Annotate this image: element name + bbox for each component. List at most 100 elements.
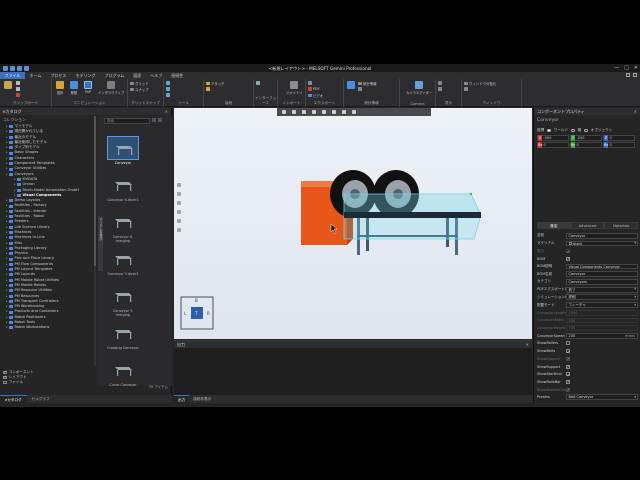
stats-item-2[interactable] — [358, 87, 362, 91]
display-option-1[interactable] — [438, 81, 442, 85]
view-mode-icon[interactable] — [152, 118, 156, 122]
close-icon[interactable]: ✕ — [526, 342, 529, 347]
property-dropdown[interactable]: フィーチャ — [566, 302, 638, 308]
menu-connectivity[interactable]: 接続性 — [167, 72, 188, 79]
maximize-button[interactable]: □ — [624, 65, 629, 71]
minimize-button[interactable]: — — [614, 65, 619, 71]
menu-program[interactable]: プログラム — [100, 72, 129, 79]
tree-node[interactable]: ▸ Robot Workstations — [0, 325, 96, 330]
checkbox-icon[interactable] — [3, 375, 7, 380]
export-geometry-button[interactable] — [308, 81, 312, 85]
menu-drawing[interactable]: 図面 — [129, 72, 146, 79]
align-tool[interactable] — [166, 87, 170, 91]
vertical-tab[interactable]: アイテムを表示 — [98, 216, 103, 271]
coordinate-field[interactable]: X -500 — [537, 135, 569, 141]
coord-object-radio[interactable] — [584, 128, 588, 133]
menu-file[interactable]: ファイル — [0, 72, 25, 79]
property-checkbox[interactable] — [566, 372, 570, 377]
attach-button[interactable]: アタッチ — [206, 81, 225, 86]
property-input[interactable]: Visual Components Conveyor — [566, 263, 638, 270]
view-cube[interactable]: B L T R — [179, 293, 215, 333]
coordinate-field[interactable]: Rz 0 — [603, 142, 635, 148]
coordinate-field[interactable]: Rx 0 — [537, 142, 569, 148]
property-checkbox[interactable] — [566, 356, 570, 361]
close-button[interactable]: ✕ — [634, 65, 638, 71]
sort-icon[interactable] — [158, 118, 162, 122]
coordinate-field[interactable]: Ry 0 — [570, 142, 602, 148]
export-pdf-button[interactable]: PDF — [308, 87, 320, 91]
property-input[interactable]: 700 — [566, 325, 638, 331]
menu-home[interactable]: ホーム — [25, 72, 46, 79]
catalog-item[interactable]: Conveyor Y-diver1 — [107, 247, 139, 283]
tab-connections[interactable]: 接続非表示 — [189, 395, 215, 403]
property-dropdown[interactable]: 低フ — [566, 286, 638, 293]
tab-advanced[interactable]: Advanced — [570, 222, 605, 229]
checkbox-icon[interactable] — [3, 380, 7, 385]
property-checkbox[interactable] — [566, 341, 570, 346]
coordinate-field[interactable]: Z0 — [603, 135, 635, 141]
property-input[interactable]: 200 mm/s — [566, 332, 638, 339]
close-icon[interactable]: ✕ — [634, 109, 637, 114]
catalog-item[interactable]: Crossing Conveyor — [107, 321, 139, 357]
camera-editor-button[interactable]: カメラエディター — [406, 81, 432, 95]
checkbox-icon[interactable] — [3, 370, 7, 375]
property-input[interactable]: Conveyor — [566, 232, 638, 239]
coordinate-field[interactable]: Y -200 — [570, 135, 602, 141]
interface-lines-button[interactable] — [256, 81, 260, 85]
move-button[interactable]: 移動 — [70, 81, 78, 95]
layout-icon[interactable] — [626, 73, 630, 77]
measure-tool[interactable] — [166, 81, 170, 85]
tree-scrollbar[interactable] — [94, 116, 96, 366]
conveyor-selected[interactable] — [343, 192, 482, 240]
catalog-item[interactable]: Conveyor X-diver1 — [107, 173, 139, 209]
interactive-button[interactable]: インタラクティブ — [98, 81, 124, 95]
property-input[interactable]: 500 — [566, 317, 638, 324]
3d-viewport[interactable]: B L T R — [174, 108, 532, 339]
close-icon[interactable]: ✕ — [165, 109, 168, 114]
property-dropdown[interactable]: black — [566, 240, 638, 247]
property-checkbox[interactable] — [566, 387, 570, 392]
snap-toggle[interactable]: スナップ — [130, 87, 149, 92]
grid-toggle[interactable]: グリッド — [130, 81, 149, 86]
coord-parent-radio[interactable] — [571, 128, 575, 133]
property-input[interactable]: Conveyor — [566, 271, 638, 278]
snap-tool[interactable] — [166, 93, 170, 97]
catalog-item[interactable]: Conveyor — [107, 136, 139, 172]
filter-checkbox[interactable]: ファイル — [3, 380, 93, 385]
property-dropdown[interactable]: Belt Conveyor — [566, 394, 638, 401]
catalog-item[interactable]: Conveyor X-merging — [107, 210, 139, 246]
window-restore-button[interactable]: ウィンドウの復元 — [464, 81, 496, 86]
menu-process[interactable]: プロセス — [46, 72, 71, 79]
property-input[interactable]: 1500 — [566, 309, 638, 316]
tab-default[interactable]: 既定 — [537, 222, 571, 229]
property-dropdown[interactable]: 詳細 — [566, 294, 638, 301]
menu-help[interactable]: ヘルプ — [146, 72, 167, 79]
stats-item-1[interactable]: 統計情報 — [358, 81, 377, 86]
coord-world-radio[interactable] — [547, 128, 551, 133]
display-option-2[interactable] — [438, 87, 442, 91]
pnp-button[interactable]: PnP — [84, 81, 92, 94]
search-input[interactable]: 検索 — [104, 118, 150, 124]
tab-ecatalog[interactable]: eカタログ — [0, 395, 27, 403]
catalog-item[interactable]: Conveyor Y-merging — [107, 284, 139, 320]
property-checkbox[interactable] — [566, 249, 570, 254]
property-checkbox[interactable] — [566, 349, 570, 354]
stats-button[interactable] — [347, 81, 355, 90]
window-show-button[interactable] — [464, 87, 468, 91]
tab-cell-graph[interactable]: セルグラフ — [27, 395, 55, 403]
property-checkbox[interactable] — [566, 364, 570, 369]
tab-output[interactable]: 出力 — [174, 395, 190, 403]
delete-button[interactable] — [16, 93, 20, 97]
select-button[interactable]: 選択 — [56, 81, 64, 95]
property-checkbox[interactable] — [566, 256, 570, 261]
detach-button[interactable] — [206, 87, 210, 91]
cut-button[interactable] — [16, 81, 20, 85]
catalog-item[interactable]: Curve Conveyor — [107, 358, 139, 394]
geometry-import-button[interactable]: ジオメトリ — [286, 81, 302, 95]
copy-button[interactable] — [16, 87, 20, 91]
property-input[interactable]: Conveyors — [566, 279, 638, 285]
help-icon[interactable] — [633, 73, 637, 77]
paste-button[interactable] — [4, 81, 12, 90]
export-video-button[interactable]: ビデオ — [308, 93, 323, 98]
menu-modeling[interactable]: モデリング — [71, 72, 100, 79]
